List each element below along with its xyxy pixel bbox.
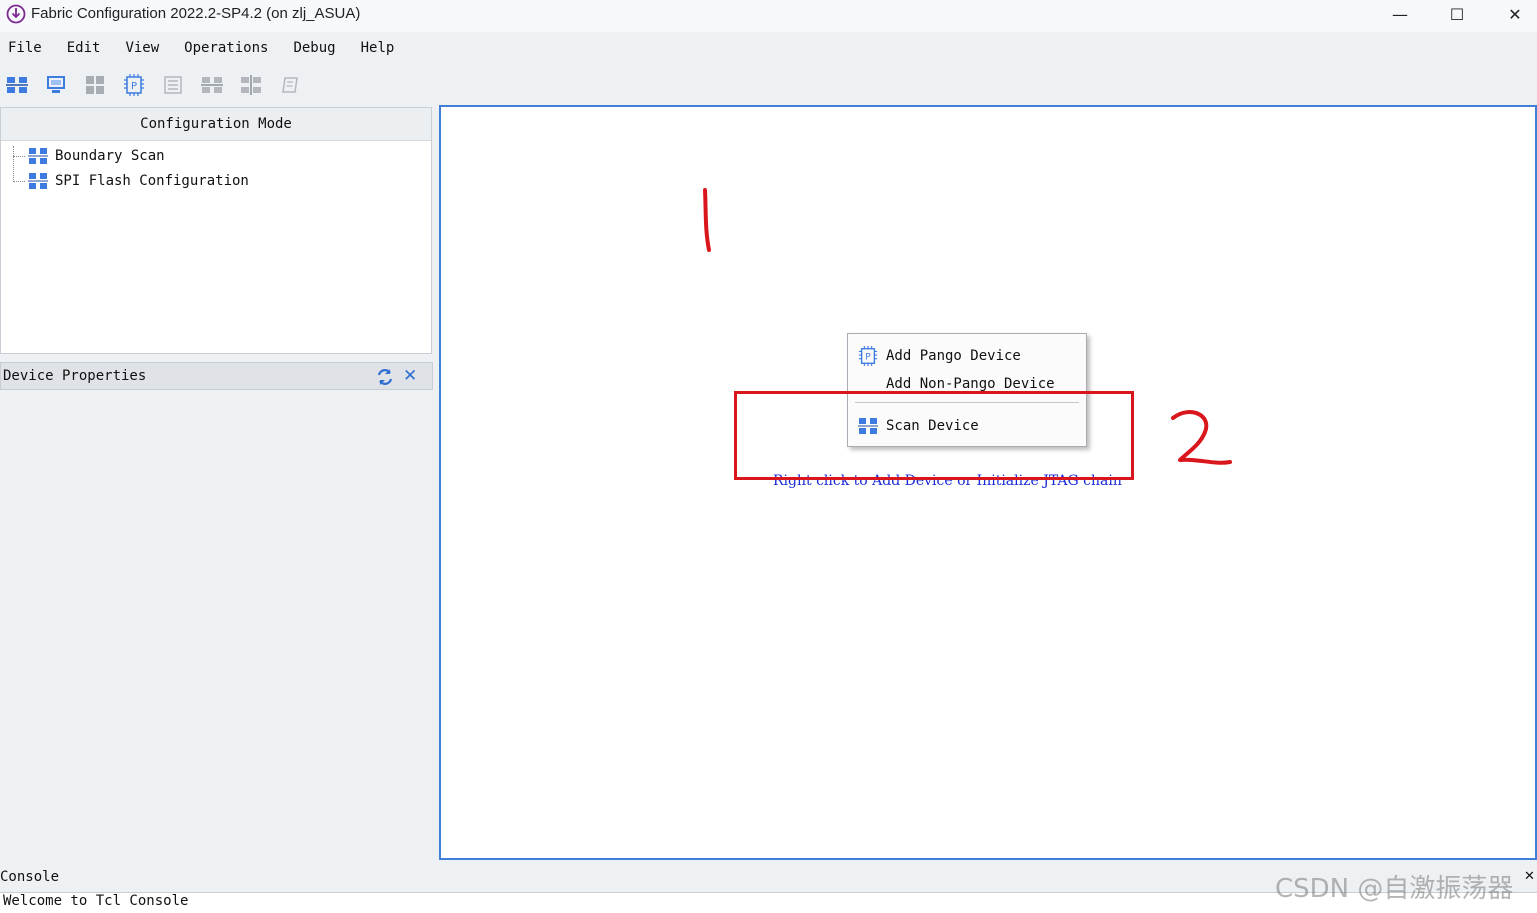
title-bar: Fabric Configuration 2022.2-SP4.2 (on zl…: [0, 0, 1537, 32]
grid-icon[interactable]: [82, 72, 108, 98]
scan-chain-icon: [28, 148, 48, 164]
menu-item-add-pango-device[interactable]: P Add Pango Device: [848, 343, 1086, 369]
menu-view[interactable]: View: [125, 36, 159, 60]
svg-text:P: P: [131, 81, 137, 92]
menu-debug[interactable]: Debug: [293, 36, 335, 60]
window-title: Fabric Configuration 2022.2-SP4.2 (on zl…: [31, 5, 361, 22]
menu-file[interactable]: File: [8, 36, 42, 60]
list-icon[interactable]: [160, 72, 186, 98]
app-logo-icon: [6, 4, 26, 24]
close-icon[interactable]: ✕: [1487, 0, 1537, 28]
minimize-icon[interactable]: —: [1372, 0, 1428, 28]
chain-alt-icon[interactable]: [238, 72, 264, 98]
refresh-icon[interactable]: [376, 368, 394, 386]
chain-icon[interactable]: [199, 72, 225, 98]
menu-edit[interactable]: Edit: [67, 36, 101, 60]
tree-item-boundary-scan[interactable]: Boundary Scan: [28, 144, 165, 168]
tree-connector: [13, 146, 14, 182]
close-icon[interactable]: ✕: [403, 366, 417, 386]
configuration-mode-panel: Configuration Mode Boundary Scan SPI Fla…: [0, 107, 432, 354]
device-properties-title: Device Properties: [3, 368, 147, 384]
chip-icon[interactable]: P: [121, 72, 147, 98]
scan-chain-icon[interactable]: [4, 72, 30, 98]
scan-chain-icon: [28, 173, 48, 189]
tree-connector: [13, 156, 25, 157]
svg-text:P: P: [865, 353, 871, 363]
tree-item-label: Boundary Scan: [55, 148, 165, 164]
menu-item-label: Add Pango Device: [886, 348, 1021, 364]
close-icon[interactable]: ✕: [1524, 869, 1535, 884]
tree-item-spi-flash[interactable]: SPI Flash Configuration: [28, 169, 249, 193]
watermark: CSDN @自激振荡器: [1275, 874, 1514, 904]
annotation-highlight-box: [734, 391, 1134, 480]
device-properties-header: Device Properties ✕: [0, 362, 433, 390]
device-properties-body: [0, 390, 433, 860]
tree-connector: [13, 181, 25, 182]
tree-item-label: SPI Flash Configuration: [55, 173, 249, 189]
menu-item-label: Add Non-Pango Device: [886, 376, 1055, 392]
maximize-icon[interactable]: ☐: [1429, 0, 1485, 28]
console-text: Welcome to Tcl Console: [3, 893, 189, 909]
monitor-icon[interactable]: [43, 72, 69, 98]
menu-operations[interactable]: Operations: [184, 36, 268, 60]
configuration-mode-title: Configuration Mode: [1, 108, 431, 141]
menu-bar: File Edit View Operations Debug Help: [0, 36, 411, 60]
menu-help[interactable]: Help: [361, 36, 395, 60]
edit-icon[interactable]: [277, 72, 303, 98]
toolbar: P: [4, 72, 303, 98]
chip-icon: P: [857, 345, 879, 367]
console-title: Console: [0, 869, 60, 885]
